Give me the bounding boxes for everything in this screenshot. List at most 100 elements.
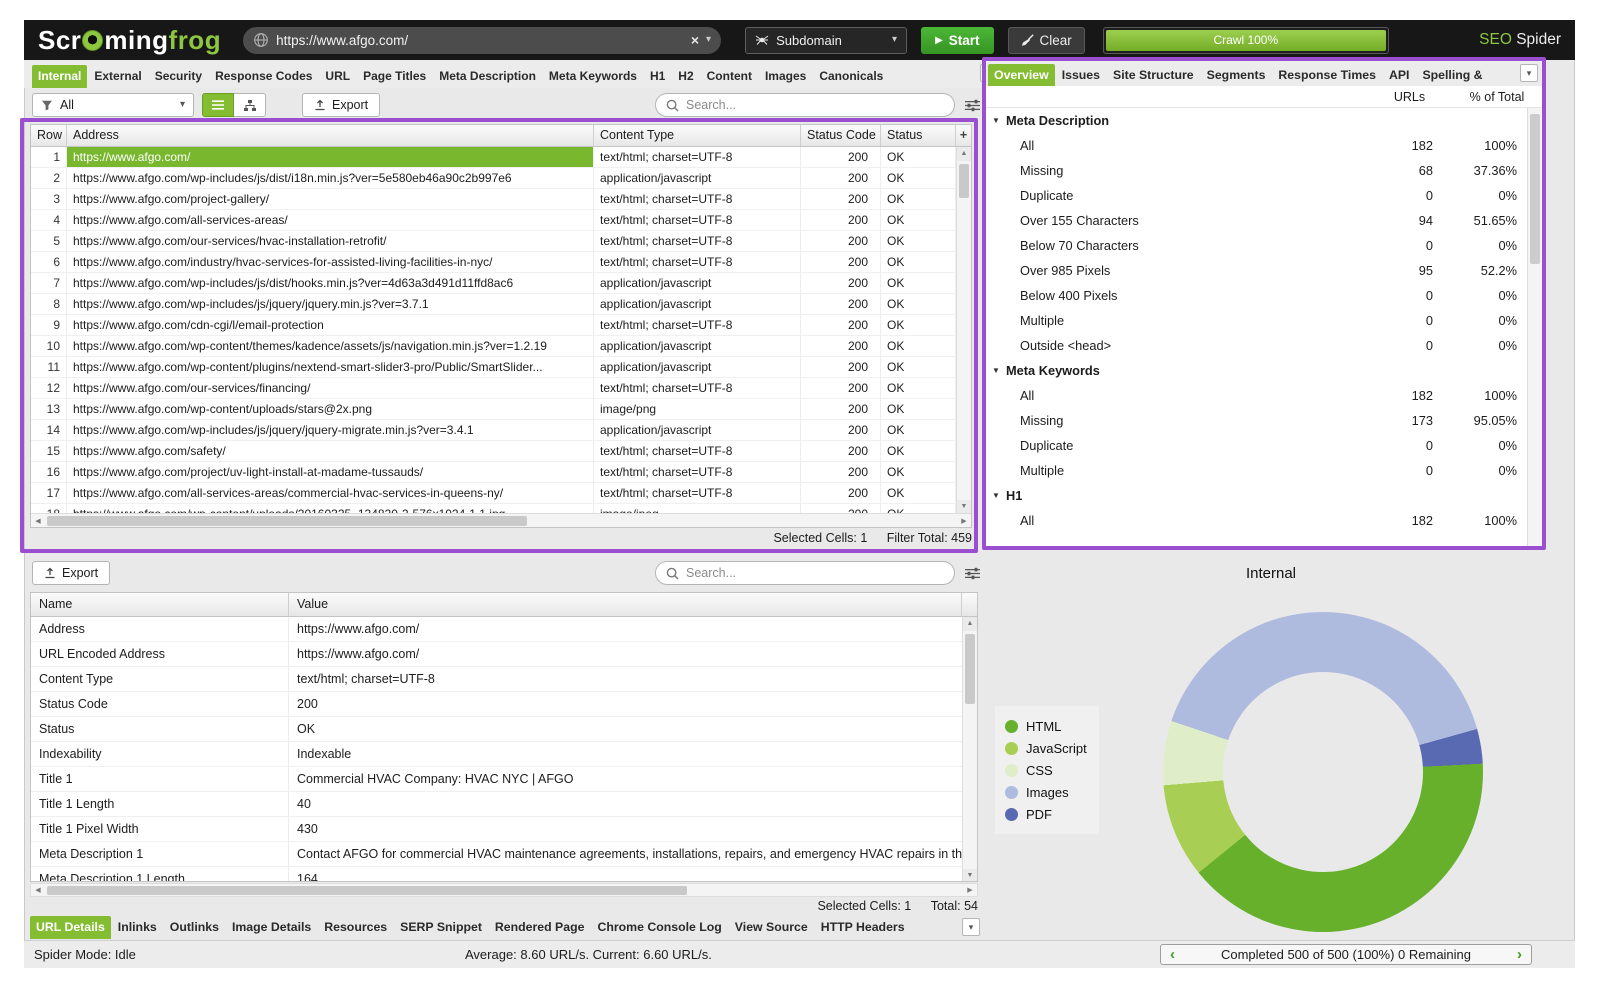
details-row[interactable]: Title 1 Commercial HVAC Company: HVAC NY… — [31, 767, 962, 792]
table-row[interactable]: 5 https://www.afgo.com/our-services/hvac… — [31, 231, 956, 252]
overview-row[interactable]: ▼ Meta Description — [986, 108, 1527, 133]
overview-row[interactable]: ▼ Duplicate 0 0% — [986, 433, 1527, 458]
clear-button[interactable]: Clear — [1008, 27, 1085, 54]
scrollbar-thumb[interactable] — [47, 886, 687, 895]
collapse-icon[interactable]: ▼ — [986, 108, 1006, 133]
column-header-address[interactable]: Address — [67, 125, 594, 146]
main-tab[interactable]: Canonicals — [813, 65, 889, 88]
cell-address[interactable]: https://www.afgo.com/all-services-areas/… — [67, 483, 594, 503]
overview-row[interactable]: ▼ Duplicate 0 0% — [986, 183, 1527, 208]
cell-address[interactable]: https://www.afgo.com/wp-content/themes/k… — [67, 336, 594, 356]
scrollbar-thumb[interactable] — [959, 164, 969, 198]
details-row[interactable]: Address https://www.afgo.com/ — [31, 617, 962, 642]
start-button[interactable]: ▶ Start — [921, 27, 993, 54]
bottom-tab[interactable]: SERP Snippet — [394, 916, 488, 939]
cell-address[interactable]: https://www.afgo.com/wp-includes/js/dist… — [67, 273, 594, 293]
table-row[interactable]: 8 https://www.afgo.com/wp-includes/js/jq… — [31, 294, 956, 315]
right-tab[interactable]: Response Times — [1272, 64, 1382, 86]
cell-address[interactable]: https://www.afgo.com/project-gallery/ — [67, 189, 594, 209]
bottom-tab[interactable]: Outlinks — [164, 916, 225, 939]
bottom-tab[interactable]: URL Details — [30, 916, 111, 939]
cell-address[interactable]: https://www.afgo.com/cdn-cgi/l/email-pro… — [67, 315, 594, 335]
scroll-right-icon[interactable]: ▶ — [957, 517, 971, 525]
scroll-up-icon[interactable]: ▲ — [963, 617, 977, 631]
column-header-name[interactable]: Name — [31, 593, 289, 616]
details-horizontal-scrollbar[interactable]: ◀ ▶ — [30, 883, 978, 897]
column-config-button[interactable]: + — [956, 125, 971, 146]
details-search-box[interactable] — [655, 561, 955, 585]
column-header-value[interactable]: Value — [289, 593, 962, 616]
scroll-left-icon[interactable]: ◀ — [31, 517, 45, 525]
table-row[interactable]: 16 https://www.afgo.com/project/uv-light… — [31, 462, 956, 483]
scrollbar-thumb[interactable] — [1530, 114, 1540, 264]
details-vertical-scrollbar[interactable]: ▲ ▼ — [962, 617, 977, 882]
right-tab[interactable]: Site Structure — [1107, 64, 1200, 86]
main-tab[interactable]: Page Titles — [357, 65, 432, 88]
main-tab[interactable]: Images — [759, 65, 812, 88]
table-row[interactable]: 12 https://www.afgo.com/our-services/fin… — [31, 378, 956, 399]
table-row[interactable]: 6 https://www.afgo.com/industry/hvac-ser… — [31, 252, 956, 273]
export-button[interactable]: Export — [302, 93, 380, 117]
table-row[interactable]: 14 https://www.afgo.com/wp-includes/js/j… — [31, 420, 956, 441]
column-header-row[interactable]: Row — [31, 125, 67, 146]
table-row[interactable]: 2 https://www.afgo.com/wp-includes/js/di… — [31, 168, 956, 189]
details-row[interactable]: Meta Description 1 Length 164 — [31, 867, 962, 882]
overview-row[interactable]: ▼ Missing 173 95.05% — [986, 408, 1527, 433]
search-box[interactable] — [655, 93, 955, 117]
right-tab[interactable]: Spelling & — [1416, 64, 1488, 86]
overview-row[interactable]: ▼ Multiple 0 0% — [986, 308, 1527, 333]
scroll-right-icon[interactable]: ▶ — [963, 886, 977, 894]
overview-row[interactable]: ▼ Missing 68 37.36% — [986, 158, 1527, 183]
list-view-button[interactable] — [202, 93, 234, 117]
main-tab[interactable]: Meta Description — [433, 65, 542, 88]
cell-address[interactable]: https://www.afgo.com/wp-includes/js/dist… — [67, 168, 594, 188]
clear-url-icon[interactable]: × — [691, 33, 699, 47]
bottom-tab[interactable]: Chrome Console Log — [591, 916, 727, 939]
overview-row[interactable]: ▼ Over 985 Pixels 95 52.2% — [986, 258, 1527, 283]
scrollbar-thumb[interactable] — [965, 634, 975, 704]
overview-row[interactable]: ▼ H1 — [986, 483, 1527, 508]
overview-row[interactable]: ▼ Outside <head> 0 0% — [986, 333, 1527, 358]
details-row[interactable]: Title 1 Pixel Width 430 — [31, 817, 962, 842]
cell-address[interactable]: https://www.afgo.com/project/uv-light-in… — [67, 462, 594, 482]
details-row[interactable]: Indexability Indexable — [31, 742, 962, 767]
crawl-mode-select[interactable]: Subdomain ▾ — [745, 27, 907, 54]
overview-row[interactable]: ▼ Over 155 Characters 94 51.65% — [986, 208, 1527, 233]
table-row[interactable]: 7 https://www.afgo.com/wp-includes/js/di… — [31, 273, 956, 294]
right-tab[interactable]: Segments — [1201, 64, 1272, 86]
scroll-left-icon[interactable]: ◀ — [31, 886, 45, 894]
main-tab[interactable]: H2 — [672, 65, 699, 88]
overview-row[interactable]: ▼ All 182 100% — [986, 508, 1527, 533]
main-tab[interactable]: External — [88, 65, 147, 88]
column-header-content-type[interactable]: Content Type — [594, 125, 801, 146]
cell-address[interactable]: https://www.afgo.com/our-services/hvac-i… — [67, 231, 594, 251]
main-tab[interactable]: Internal — [32, 65, 87, 88]
more-right-tabs-button[interactable]: ▾ — [1520, 64, 1538, 82]
column-header-status-code[interactable]: Status Code — [801, 125, 881, 146]
tree-view-button[interactable] — [234, 93, 266, 117]
details-row[interactable]: Status OK — [31, 717, 962, 742]
cell-address[interactable]: https://www.afgo.com/safety/ — [67, 441, 594, 461]
cell-address[interactable]: https://www.afgo.com/industry/hvac-servi… — [67, 252, 594, 272]
url-history-caret-icon[interactable]: ▾ — [706, 35, 711, 45]
right-tab[interactable]: Issues — [1056, 64, 1106, 86]
table-row[interactable]: 10 https://www.afgo.com/wp-content/theme… — [31, 336, 956, 357]
main-tab[interactable]: Meta Keywords — [543, 65, 643, 88]
details-row[interactable]: Meta Description 1 Contact AFGO for comm… — [31, 842, 962, 867]
bottom-tab[interactable]: View Source — [729, 916, 814, 939]
overview-row[interactable]: ▼ Meta Keywords — [986, 358, 1527, 383]
overview-scrollbar[interactable] — [1527, 108, 1542, 546]
bottom-tab[interactable]: Inlinks — [112, 916, 163, 939]
table-row[interactable]: 11 https://www.afgo.com/wp-content/plugi… — [31, 357, 956, 378]
scroll-down-icon[interactable]: ▼ — [963, 869, 977, 882]
cell-address[interactable]: https://www.afgo.com/wp-includes/js/jque… — [67, 420, 594, 440]
details-row[interactable]: Status Code 200 — [31, 692, 962, 717]
details-row[interactable]: Title 1 Length 40 — [31, 792, 962, 817]
cell-address[interactable]: https://www.afgo.com/all-services-areas/ — [67, 210, 594, 230]
overview-row[interactable]: ▼ Multiple 0 0% — [986, 458, 1527, 483]
collapse-icon[interactable]: ▼ — [986, 358, 1006, 383]
main-tab[interactable]: Security — [149, 65, 208, 88]
search-settings-icon[interactable] — [965, 567, 980, 580]
cell-address[interactable]: https://www.afgo.com/wp-content/plugins/… — [67, 357, 594, 377]
details-search-input[interactable] — [686, 566, 944, 580]
